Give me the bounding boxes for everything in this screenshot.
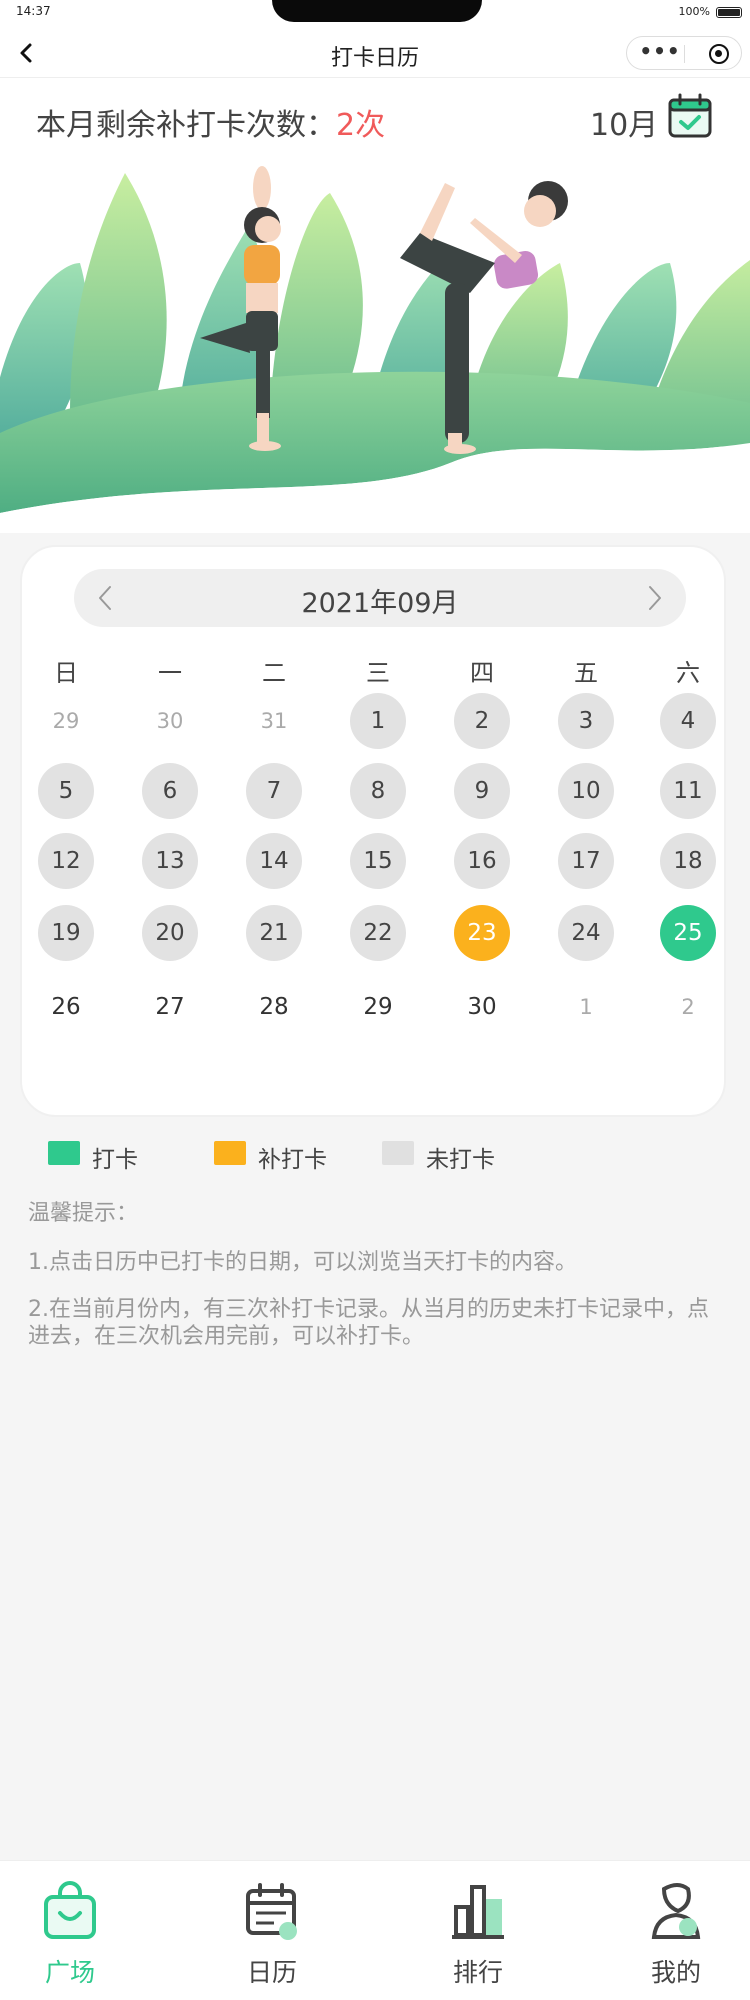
more-button[interactable]: ••• xyxy=(637,40,683,66)
makeup-info-row: 本月剩余补打卡次数：2次 10月 xyxy=(0,78,750,163)
calendar-day-missed[interactable]: 12 xyxy=(38,833,94,889)
calendar-header: 2021年09月 xyxy=(74,569,686,627)
weekday-label: 一 xyxy=(158,659,182,687)
tip-item: 2.在当前月份内，有三次补打卡记录。从当月的历史未打卡记录中，点进去，在三次机会… xyxy=(28,1297,709,1349)
calendar-day-missed[interactable]: 18 xyxy=(660,833,716,889)
tips-section: 温馨提示： 1.点击日历中已打卡的日期，可以浏览当天打卡的内容。 2.在当前月份… xyxy=(28,1200,728,1370)
weekday-label: 二 xyxy=(262,659,286,687)
status-bar: 14:37 100% xyxy=(0,0,750,28)
calendar-check-icon[interactable] xyxy=(666,92,714,140)
calendar-day-missed[interactable]: 5 xyxy=(38,763,94,819)
mini-program-capsule: ••• xyxy=(626,36,742,70)
calendar-card: 2021年09月 日一二三四五六 29 30 31 1 2 3 4 5 6 7 8 9 10 11 12 13… xyxy=(20,545,726,1117)
battery-percentage: 100% xyxy=(678,5,710,18)
chevron-right-icon xyxy=(649,586,661,610)
next-month-button[interactable] xyxy=(636,580,672,616)
tab-profile[interactable]: 我的 xyxy=(606,1861,746,2000)
capsule-divider xyxy=(684,45,685,63)
weekday-label: 五 xyxy=(574,659,598,687)
remaining-makeup-count: 2次 xyxy=(336,108,386,143)
calendar-icon xyxy=(246,1883,297,1940)
remaining-makeup-text: 本月剩余补打卡次数：2次 xyxy=(36,100,385,144)
calendar-day-future[interactable]: 28 xyxy=(246,979,302,1035)
tips-title: 温馨提示： xyxy=(28,1201,139,1226)
tab-calendar[interactable]: 日历 xyxy=(202,1861,342,2000)
shopping-bag-icon xyxy=(44,1881,96,1939)
calendar-day-other: 31 xyxy=(260,709,288,733)
status-time: 14:37 xyxy=(16,4,51,18)
tab-label: 我的 xyxy=(650,1958,701,1987)
calendar-day-missed[interactable]: 11 xyxy=(660,763,716,819)
calendar-day-missed[interactable]: 16 xyxy=(454,833,510,889)
calendar-day-future[interactable]: 26 xyxy=(38,979,94,1035)
calendar-day-missed[interactable]: 6 xyxy=(142,763,198,819)
profile-icon xyxy=(651,1883,701,1939)
calendar-day-other: 30 xyxy=(156,709,184,733)
calendar-day-missed[interactable]: 19 xyxy=(38,905,94,961)
nav-bar: 打卡日历 ••• xyxy=(0,28,750,78)
calendar-day-makeup[interactable]: 23 xyxy=(454,905,510,961)
calendar-month-title: 2021年09月 xyxy=(301,588,459,619)
legend-swatch xyxy=(48,1141,80,1165)
bar-chart-icon xyxy=(452,1885,504,1939)
calendar-day-other: 1 xyxy=(579,995,593,1019)
calendar-day-missed[interactable]: 17 xyxy=(558,833,614,889)
legend-label: 打卡 xyxy=(92,1147,138,1173)
calendar-day-missed[interactable]: 1 xyxy=(350,693,406,749)
calendar-day-missed[interactable]: 9 xyxy=(454,763,510,819)
calendar-day-missed[interactable]: 15 xyxy=(350,833,406,889)
calendar-day-future[interactable]: 30 xyxy=(454,979,510,1035)
legend-swatch xyxy=(214,1141,246,1165)
remaining-makeup-label: 本月剩余补打卡次数： xyxy=(36,108,336,143)
tab-square[interactable]: 广场 xyxy=(0,1861,140,2000)
yoga-scene-image xyxy=(0,166,750,533)
legend-label: 未打卡 xyxy=(426,1147,495,1173)
calendar-day-missed[interactable]: 10 xyxy=(558,763,614,819)
calendar-day-missed[interactable]: 13 xyxy=(142,833,198,889)
calendar-day-missed[interactable]: 14 xyxy=(246,833,302,889)
weekday-label: 四 xyxy=(470,659,494,687)
tab-label: 日历 xyxy=(246,1958,297,1987)
calendar-day-missed[interactable]: 21 xyxy=(246,905,302,961)
battery-icon xyxy=(716,7,742,18)
device-notch xyxy=(272,0,482,22)
calendar-day-missed[interactable]: 22 xyxy=(350,905,406,961)
tab-ranking[interactable]: 排行 xyxy=(408,1861,548,2000)
tab-label: 排行 xyxy=(452,1958,503,1987)
calendar-day-missed[interactable]: 8 xyxy=(350,763,406,819)
weekday-label: 三 xyxy=(366,659,390,687)
calendar-day-missed[interactable]: 24 xyxy=(558,905,614,961)
calendar-day-future[interactable]: 27 xyxy=(142,979,198,1035)
calendar-day-missed[interactable]: 4 xyxy=(660,693,716,749)
current-month[interactable]: 10月 xyxy=(590,100,658,144)
calendar-day-missed[interactable]: 2 xyxy=(454,693,510,749)
calendar-day-future[interactable]: 29 xyxy=(350,979,406,1035)
calendar-day-missed[interactable]: 20 xyxy=(142,905,198,961)
yoga-illustration xyxy=(0,163,750,533)
calendar-day-checked[interactable]: 25 xyxy=(660,905,716,961)
tab-bar: 广场 日历 排行 我的 xyxy=(0,1860,750,2000)
legend: 打卡 补打卡 未打卡 xyxy=(48,1138,748,1173)
calendar-day-other: 29 xyxy=(52,709,80,733)
calendar-day-missed[interactable]: 3 xyxy=(558,693,614,749)
calendar-day-missed[interactable]: 7 xyxy=(246,763,302,819)
close-mini-program-icon[interactable] xyxy=(709,44,729,64)
legend-swatch xyxy=(382,1141,414,1165)
tab-label: 广场 xyxy=(44,1958,95,1987)
calendar-day-other: 2 xyxy=(681,995,695,1019)
tip-item: 1.点击日历中已打卡的日期，可以浏览当天打卡的内容。 xyxy=(28,1250,577,1275)
weekday-label: 六 xyxy=(676,659,700,687)
weekday-label: 日 xyxy=(54,659,78,687)
legend-label: 补打卡 xyxy=(258,1147,327,1173)
